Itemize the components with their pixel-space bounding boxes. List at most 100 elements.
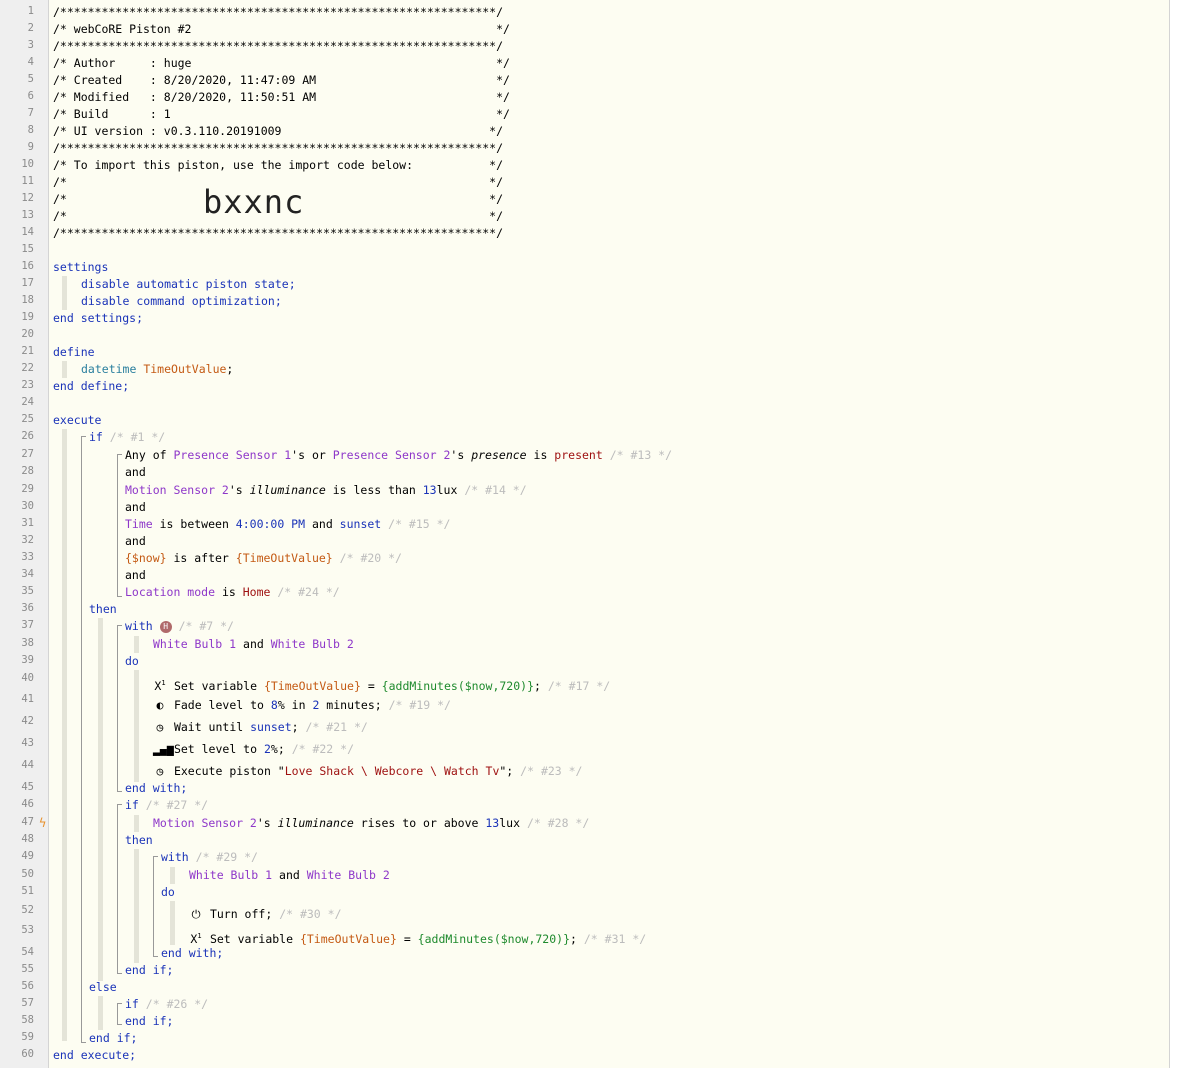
indent-bar	[98, 996, 103, 1030]
task-set-variable[interactable]: X1 Set variable {TimeOutValue} = {addMin…	[153, 675, 610, 695]
task-execute-piston[interactable]: ◷ Execute piston "Love Shack \ Webcore \…	[153, 763, 583, 780]
line-number: 18	[21, 294, 34, 306]
line-number: 40	[21, 672, 34, 684]
import-code[interactable]: bxxnc	[203, 183, 304, 221]
line-number: 39	[21, 654, 34, 666]
if-statement-26[interactable]: if /* #26 */	[125, 996, 208, 1013]
end-if[interactable]: end if;	[125, 962, 173, 979]
line-number: 23	[21, 379, 34, 391]
line-number: 24	[21, 396, 34, 408]
line-number: 7	[27, 107, 34, 119]
if-statement-27[interactable]: if /* #27 */	[125, 797, 208, 814]
line-number: 16	[21, 260, 34, 272]
header-author: /* Author : huge */	[53, 56, 510, 70]
line-number: 49	[21, 850, 34, 862]
header-stars-top: /***************************************…	[53, 5, 504, 19]
execute-keyword[interactable]: execute	[53, 412, 101, 429]
line-number: 54	[21, 946, 34, 958]
task-wait-until[interactable]: ◷ Wait until sunset; /* #21 */	[153, 719, 368, 736]
condition-illuminance-rises[interactable]: Motion Sensor 2's illuminance rises to o…	[153, 815, 589, 832]
line-number: 32	[21, 534, 34, 546]
line-number: 14	[21, 226, 34, 238]
condition-time[interactable]: Time is between 4:00:00 PM and sunset /*…	[125, 516, 450, 533]
do-keyword[interactable]: do	[161, 884, 175, 901]
line-number: 41	[21, 693, 34, 705]
operator-and[interactable]: and	[125, 567, 146, 584]
line-number: 5	[27, 73, 34, 85]
condition-location-mode[interactable]: Location mode is Home /* #24 */	[125, 584, 340, 601]
header-ui-version: /* UI version : v0.3.110.20191009 */	[53, 124, 504, 138]
else-keyword[interactable]: else	[89, 979, 117, 996]
task-set-variable-2[interactable]: X1 Set variable {TimeOutValue} = {addMin…	[189, 928, 646, 948]
line-number: 4	[27, 56, 34, 68]
with-devices-2[interactable]: White Bulb 1 and White Bulb 2	[189, 867, 390, 884]
header-build: /* Build : 1 */	[53, 107, 510, 121]
execute-end[interactable]: end execute;	[53, 1047, 136, 1064]
flash-icon: ϟ	[39, 816, 47, 830]
with-bracket	[117, 625, 122, 792]
line-number: 30	[21, 500, 34, 512]
line-number: 46	[21, 798, 34, 810]
line-number: 52	[21, 904, 34, 916]
condition-presence[interactable]: Any of Presence Sensor 1's or Presence S…	[125, 447, 672, 464]
line-number: 25	[21, 413, 34, 425]
line-number: 53	[21, 924, 34, 936]
settings-line-2[interactable]: disable command optimization;	[81, 293, 282, 310]
line-number: 26	[21, 430, 34, 442]
then-keyword[interactable]: then	[89, 601, 117, 618]
indent-bar	[170, 901, 175, 945]
toggle-icon: ◐	[156, 698, 164, 712]
signal-bars-icon: ▂▄▆	[153, 742, 174, 756]
line-number: 34	[21, 568, 34, 580]
line-number: 19	[21, 311, 34, 323]
define-end[interactable]: end define;	[53, 378, 129, 395]
line-number: 59	[21, 1031, 34, 1043]
settings-end[interactable]: end settings;	[53, 310, 143, 327]
if-statement-1[interactable]: if /* #1 */	[89, 429, 165, 446]
condition-bracket	[117, 454, 122, 597]
line-number: 3	[27, 39, 34, 51]
variable-icon: X1	[154, 678, 166, 693]
header-created: /* Created : 8/20/2020, 11:47:09 AM */	[53, 73, 510, 87]
line-number: 51	[21, 885, 34, 897]
line-number: 50	[21, 868, 34, 880]
end-with[interactable]: end with;	[125, 780, 187, 797]
line-number: 8	[27, 124, 34, 136]
condition-now[interactable]: {$now} is after {TimeOutValue} /* #20 */	[125, 550, 402, 567]
line-number: 42	[21, 715, 34, 727]
indent-bar	[98, 618, 103, 981]
indent-bar	[62, 429, 67, 1041]
if-bracket	[117, 1003, 122, 1025]
line-number: 44	[21, 759, 34, 771]
with-statement-1[interactable]: with H /* #7 */	[125, 618, 234, 635]
task-set-level[interactable]: ▂▄▆ Set level to 2%; /* #22 */	[153, 741, 354, 758]
operator-and[interactable]: and	[125, 499, 146, 516]
task-turn-off[interactable]: ⏻ Turn off; /* #30 */	[189, 906, 341, 923]
settings-line-1[interactable]: disable automatic piston state;	[81, 276, 296, 293]
line-number: 29	[21, 483, 34, 495]
line-number: 1	[27, 5, 34, 17]
end-if[interactable]: end if;	[89, 1030, 137, 1047]
end-with[interactable]: end with;	[161, 945, 223, 962]
condition-illuminance[interactable]: Motion Sensor 2's illuminance is less th…	[125, 482, 527, 499]
end-if[interactable]: end if;	[125, 1013, 173, 1030]
define-variable[interactable]: datetime TimeOutValue;	[81, 361, 233, 378]
line-number: 31	[21, 517, 34, 529]
with-statement-29[interactable]: with /* #29 */	[161, 849, 258, 866]
task-fade-level[interactable]: ◐ Fade level to 8% in 2 minutes; /* #19 …	[153, 697, 451, 714]
define-keyword[interactable]: define	[53, 344, 95, 361]
indent-bar	[62, 361, 67, 378]
operator-and[interactable]: and	[125, 533, 146, 550]
line-number: 58	[21, 1014, 34, 1026]
header-modified: /* Modified : 8/20/2020, 11:50:51 AM */	[53, 90, 510, 104]
header-stars: /***************************************…	[53, 39, 504, 53]
with-devices-1[interactable]: White Bulb 1 and White Bulb 2	[153, 636, 354, 653]
line-number: 20	[21, 328, 34, 340]
line-number: 12	[21, 192, 34, 204]
settings-keyword[interactable]: settings	[53, 259, 108, 276]
line-number: 6	[27, 90, 34, 102]
do-keyword[interactable]: do	[125, 653, 139, 670]
operator-and[interactable]: and	[125, 464, 146, 481]
then-keyword[interactable]: then	[125, 832, 153, 849]
line-number: 48	[21, 833, 34, 845]
